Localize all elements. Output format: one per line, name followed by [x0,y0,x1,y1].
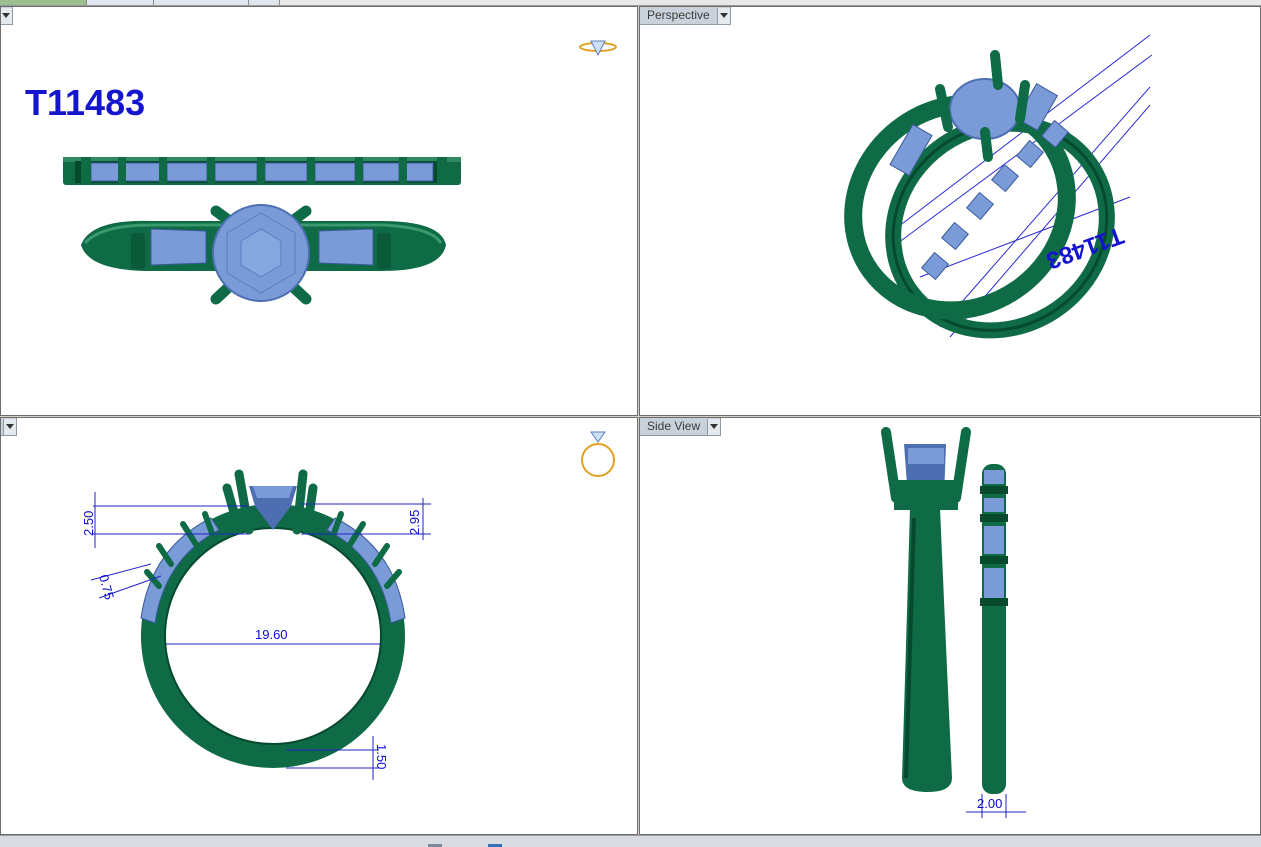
viewport-side[interactable]: Side View 2.00 [639,417,1261,835]
ring-thumbnail-icon [581,431,615,477]
front-view-drawing: 2.50 2.95 19.60 1.50 0.75 [81,431,615,780]
document-tab[interactable] [0,0,87,5]
model-code-label: T11483 [25,82,145,123]
dimension-band-width: 2.00 [977,796,1002,811]
viewport-perspective[interactable]: Perspective T11483 [639,6,1261,416]
document-tab[interactable] [154,0,249,5]
engagement-ring-top [81,204,446,305]
document-tab[interactable] [87,0,154,5]
dimension-head-height: 2.95 [407,510,422,535]
status-bar [0,835,1261,847]
engagement-ring-side [881,427,971,792]
wedding-band-side [980,464,1008,794]
document-tab[interactable] [249,0,280,5]
wedding-band-top [63,157,461,185]
ring-thumbnail-icon [579,40,617,57]
perspective-drawing: T11483 [844,34,1153,339]
side-view-drawing: 2.00 [881,427,1026,818]
dimension-baguette-small: 0.75 [96,573,117,601]
dimension-band-height: 2.50 [81,511,96,536]
dimension-inner-diameter: 19.60 [255,627,288,642]
top-view-drawing: T11483 [25,40,617,305]
dimension-bottom-thickness: 1.50 [374,744,389,769]
viewport-front[interactable]: 2.50 2.95 19.60 1.50 0.75 [0,417,638,835]
viewport-top[interactable]: T11483 [0,6,638,416]
